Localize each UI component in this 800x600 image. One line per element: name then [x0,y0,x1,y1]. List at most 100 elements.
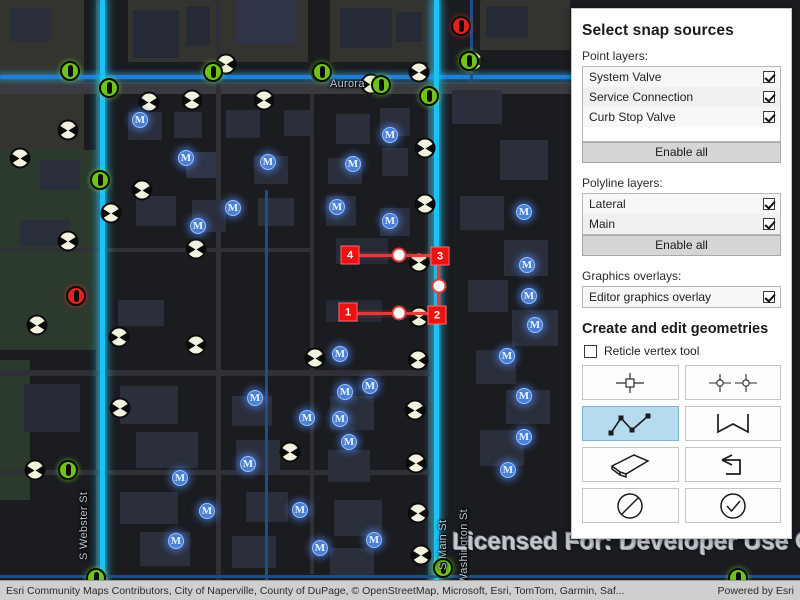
polyline-tool[interactable] [582,406,679,441]
polyline-layers-enable-all-button[interactable]: Enable all [582,235,781,256]
point-layer-row[interactable]: System Valve [583,67,780,87]
map-marker-service-connection[interactable]: M [225,200,241,216]
polygon-tool[interactable] [684,406,781,441]
map-marker-system-valve[interactable] [304,347,326,369]
map-marker-service-connection[interactable]: M [345,156,361,172]
map-marker-service-connection[interactable]: M [516,429,532,445]
map-marker-system-valve[interactable] [253,89,275,111]
map-marker-service-connection[interactable]: M [190,218,206,234]
map-marker-service-connection[interactable]: M [332,411,348,427]
point-layer-checkbox[interactable] [763,90,775,103]
map-marker-system-valve[interactable] [404,399,426,421]
map-marker-service-connection[interactable]: M [519,257,535,273]
map-marker-service-connection[interactable]: M [516,204,532,220]
map-marker-service-connection[interactable]: M [292,502,308,518]
geometry-midpoint-handle[interactable] [391,305,407,321]
map-marker-system-valve[interactable] [279,441,301,463]
geometry-tool-grid[interactable] [582,365,781,523]
map-marker-service-connection[interactable]: M [329,199,345,215]
point-layer-row[interactable]: Curb Stop Valve [583,107,780,127]
map-marker-service-connection[interactable]: M [337,384,353,400]
point-layer-row[interactable]: Service Connection [583,87,780,107]
map-marker-system-valve[interactable] [57,119,79,141]
freehand-vertex-tool[interactable] [684,365,781,400]
graphics-overlays-listbox[interactable]: Editor graphics overlay [582,286,781,308]
map-marker-service-connection[interactable]: M [382,213,398,229]
map-marker-system-valve[interactable] [26,314,48,336]
map-marker-system-valve[interactable] [100,202,122,224]
point-layers-listbox[interactable]: System Valve Service Connection Curb Stop … [582,66,781,142]
map-marker-service-connection[interactable]: M [500,462,516,478]
map-marker-system-valve[interactable] [407,502,429,524]
polyline-layer-checkbox[interactable] [763,197,775,210]
map-marker-service-connection[interactable]: M [341,434,357,450]
geometry-midpoint-handle[interactable] [391,247,407,263]
map-marker-service-connection[interactable]: M [332,346,348,362]
map-marker-system-valve[interactable] [181,89,203,111]
map-marker-service-connection[interactable]: M [516,388,532,404]
map-marker-system-valve[interactable] [185,334,207,356]
geometry-vertex-4[interactable]: 4 [340,245,360,265]
reticle-vertex-tool-row[interactable]: Reticle vertex tool [584,344,781,358]
map-marker-system-valve[interactable] [109,397,131,419]
map-marker-system-valve[interactable] [405,452,427,474]
map-marker-system-valve[interactable] [9,147,31,169]
map-marker-open-valve[interactable] [203,62,223,82]
map-marker-service-connection[interactable]: M [178,150,194,166]
undo-tool[interactable] [582,447,679,482]
map-marker-system-valve[interactable] [138,91,160,113]
map-marker-open-valve[interactable] [60,61,80,81]
map-marker-service-connection[interactable]: M [527,317,543,333]
map-marker-system-valve[interactable] [57,230,79,252]
reticle-vertex-tool-checkbox[interactable] [584,344,597,358]
save-tool[interactable] [684,488,781,523]
map-marker-service-connection[interactable]: M [382,127,398,143]
map-marker-closed-valve[interactable] [451,16,471,36]
geometry-midpoint-handle[interactable] [431,278,447,294]
map-marker-open-valve[interactable] [312,62,332,82]
redo-tool[interactable] [684,447,781,482]
map-marker-system-valve[interactable] [131,179,153,201]
geometry-vertex-1[interactable]: 1 [338,302,358,322]
polyline-layer-row[interactable]: Lateral [583,194,780,214]
map-marker-service-connection[interactable]: M [172,470,188,486]
map-marker-system-valve[interactable] [414,137,436,159]
graphics-overlay-row[interactable]: Editor graphics overlay [583,287,780,307]
polyline-layers-listbox[interactable]: Lateral Main [582,193,781,235]
map-marker-open-valve[interactable] [58,460,78,480]
polyline-layer-row[interactable]: Main [583,214,780,234]
map-marker-service-connection[interactable]: M [168,533,184,549]
map-marker-service-connection[interactable]: M [521,288,537,304]
geometry-vertex-2[interactable]: 2 [427,305,447,325]
graphics-overlay-checkbox[interactable] [763,290,775,303]
map-marker-open-valve[interactable] [90,170,110,190]
geometry-vertex-3[interactable]: 3 [430,246,450,266]
map-marker-open-valve[interactable] [419,86,439,106]
map-marker-open-valve[interactable] [99,78,119,98]
map-marker-service-connection[interactable]: M [312,540,328,556]
map-marker-service-connection[interactable]: M [366,532,382,548]
map-marker-service-connection[interactable]: M [499,348,515,364]
map-marker-system-valve[interactable] [185,238,207,260]
map-marker-system-valve[interactable] [24,459,46,481]
map-marker-service-connection[interactable]: M [240,456,256,472]
map-marker-system-valve[interactable] [414,193,436,215]
map-marker-open-valve[interactable] [459,51,479,71]
map-marker-service-connection[interactable]: M [199,503,215,519]
map-marker-closed-valve[interactable] [66,286,86,306]
map-marker-system-valve[interactable] [410,544,432,566]
map-marker-service-connection[interactable]: M [299,410,315,426]
vertex-tool[interactable] [582,365,679,400]
snap-settings-panel[interactable]: Select snap sources Point layers: System… [571,8,792,539]
point-layer-checkbox[interactable] [763,70,775,83]
map-marker-service-connection[interactable]: M [362,378,378,394]
cancel-tool[interactable] [582,488,679,523]
map-marker-service-connection[interactable]: M [260,154,276,170]
map-marker-system-valve[interactable] [108,326,130,348]
map-marker-system-valve[interactable] [407,349,429,371]
point-layers-enable-all-button[interactable]: Enable all [582,142,781,163]
map-marker-system-valve[interactable] [408,61,430,83]
map-marker-service-connection[interactable]: M [132,112,148,128]
point-layer-checkbox[interactable] [763,110,775,123]
map-marker-service-connection[interactable]: M [247,390,263,406]
